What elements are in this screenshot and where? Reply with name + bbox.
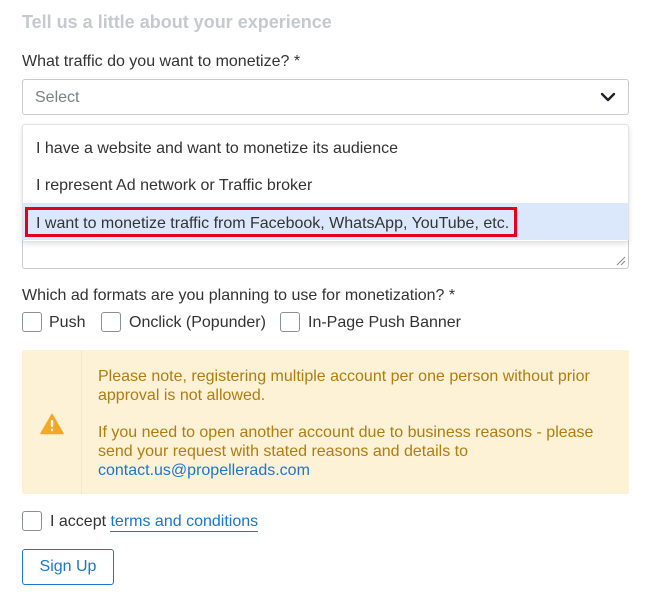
notice-paragraph-2-text: If you need to open another account due … (98, 424, 594, 460)
section-title: Tell us a little about your experience (22, 12, 332, 32)
ad-formats-question-label: Which ad formats are you planning to use… (22, 287, 456, 304)
notice-paragraph-2: If you need to open another account due … (98, 423, 608, 480)
traffic-select-placeholder: Select (35, 89, 80, 106)
notice-paragraph-1: Please note, registering multiple accoun… (98, 368, 590, 404)
highlight-annotation-box (25, 207, 517, 237)
push-checkbox-label: Push (49, 314, 86, 331)
signup-button[interactable]: Sign Up (22, 549, 114, 585)
inpage-push-checkbox-label: In-Page Push Banner (308, 314, 461, 331)
traffic-select[interactable]: Select (22, 79, 629, 115)
dropdown-option-social-traffic[interactable]: I want to monetize traffic from Facebook… (23, 203, 628, 240)
dropdown-option-website[interactable]: I have a website and want to monetize it… (23, 128, 628, 165)
onclick-checkbox[interactable] (101, 312, 121, 332)
accept-terms-text: I accept terms and conditions (50, 513, 259, 532)
notice-box: Please note, registering multiple accoun… (22, 350, 629, 494)
warning-icon (40, 413, 64, 435)
traffic-dropdown-menu: I have a website and want to monetize it… (22, 124, 629, 242)
chevron-down-icon (600, 92, 616, 102)
dropdown-option-ad-network[interactable]: I represent Ad network or Traffic broker (23, 165, 628, 202)
traffic-question-label: What traffic do you want to monetize? * (22, 53, 301, 70)
notice-icon-column (22, 350, 82, 494)
onclick-checkbox-label: Onclick (Popunder) (129, 314, 266, 331)
resize-grip-icon[interactable] (616, 256, 626, 266)
terms-link[interactable]: terms and conditions (110, 513, 259, 532)
accept-terms-checkbox[interactable] (22, 511, 42, 531)
push-checkbox[interactable] (22, 312, 42, 332)
contact-email-link[interactable]: contact.us@propellerads.com (98, 462, 310, 479)
inpage-push-checkbox[interactable] (280, 312, 300, 332)
accept-prefix: I accept (50, 513, 107, 530)
